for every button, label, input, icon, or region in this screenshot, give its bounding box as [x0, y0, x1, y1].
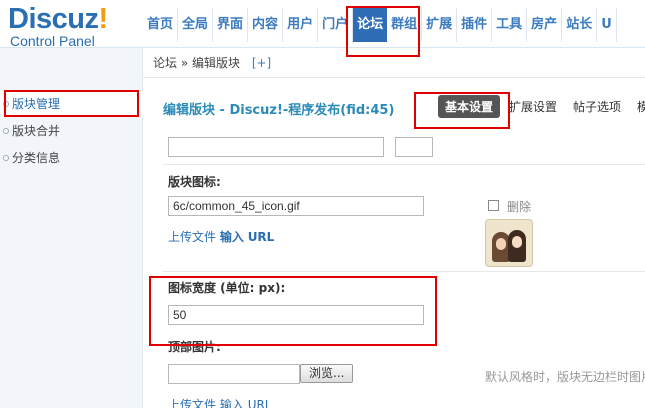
sidebar-item-forum-merge[interactable]: 版块合并 [0, 118, 143, 144]
breadcrumb-text: 论坛 » 编辑版块 [153, 56, 240, 70]
tab-extended-settings[interactable]: 扩展设置 [502, 95, 564, 118]
nav-interface[interactable]: 界面 [213, 8, 249, 42]
icon-width-label: 图标宽度 (单位: px): [168, 281, 286, 295]
nav-group[interactable]: 群组 [387, 8, 423, 42]
sidebar-item-label: 版块管理 [12, 97, 61, 111]
url-link[interactable]: URL [248, 230, 275, 244]
browse-button[interactable]: 浏览... [300, 364, 354, 383]
forum-icon-label: 版块图标: [168, 175, 221, 189]
nav-extend[interactable]: 扩展 [422, 8, 458, 42]
nav-tools[interactable]: 工具 [492, 8, 528, 42]
top-image-upload-links: 上传文件 输入 URL [168, 396, 272, 408]
nav-portal[interactable]: 门户 [318, 8, 354, 42]
icon-width-input[interactable] [168, 305, 424, 325]
nav-content[interactable]: 内容 [248, 8, 284, 42]
nav-forum[interactable]: 论坛 [353, 8, 388, 42]
nav-ucenter[interactable]: U [597, 8, 617, 42]
nav-webmaster[interactable]: 站长 [562, 8, 598, 42]
delete-checkbox[interactable] [488, 200, 499, 211]
small-button[interactable] [395, 137, 433, 157]
delete-label: 删除 [507, 200, 532, 214]
sidebar-item-forum-manage[interactable]: 版块管理 [0, 91, 143, 117]
top-navigation: 首页 全局 界面 内容 用户 门户 论坛 群组 扩展 插件 工具 房产 站长 U [143, 8, 617, 42]
sidebar-item-label: 分类信息 [12, 151, 61, 165]
logo-bang: ! [98, 3, 108, 35]
forum-icon-input[interactable] [168, 196, 424, 216]
bullet-icon [3, 155, 9, 161]
nav-plugin[interactable]: 插件 [457, 8, 493, 42]
tab-basic-settings[interactable]: 基本设置 [438, 95, 501, 118]
upload-file-link[interactable]: 上传文件 [168, 230, 216, 244]
main-content: 编辑版块 - Discuz!-程序发布(fid:45) 基本设置 扩展设置 帖子… [143, 79, 645, 408]
text-input[interactable] [168, 137, 384, 157]
upload-file-link[interactable]: 上传文件 [168, 398, 216, 408]
bullet-icon [3, 101, 9, 107]
input-link[interactable]: 输入 [220, 398, 244, 408]
sidebar: 版块管理 版块合并 分类信息 [0, 48, 143, 408]
top-image-hint: 默认风格时，版块无边栏时图片 [485, 370, 645, 384]
bullet-icon [3, 128, 9, 134]
discuz-logo[interactable]: Discuz! Control Panel [8, 4, 138, 48]
top-image-label: 顶部图片: [168, 340, 221, 354]
nav-user[interactable]: 用户 [283, 8, 319, 42]
nav-home[interactable]: 首页 [143, 8, 179, 42]
tab-post-options[interactable]: 帖子选项 [566, 95, 628, 118]
sidebar-item-category-info[interactable]: 分类信息 [0, 145, 143, 171]
page-title: 编辑版块 - Discuz!-程序发布(fid:45) [163, 103, 395, 118]
forum-icon-preview [485, 219, 533, 267]
tab-template[interactable]: 模 [630, 95, 645, 118]
nav-global[interactable]: 全局 [178, 8, 214, 42]
sidebar-item-label: 版块合并 [12, 124, 61, 138]
logo-text: Discuz [8, 3, 99, 35]
header: Discuz! Control Panel 首页 全局 界面 内容 用户 门户 … [0, 0, 645, 48]
file-path-input[interactable] [168, 364, 300, 384]
nav-house[interactable]: 房产 [527, 8, 563, 42]
url-link[interactable]: URL [248, 398, 272, 408]
logo-subtitle: Control Panel [10, 33, 95, 49]
breadcrumb: 论坛 » 编辑版块 [+] [143, 48, 645, 78]
icon-upload-links: 上传文件 输入 URL [168, 228, 274, 245]
divider [163, 164, 645, 165]
divider [163, 271, 645, 272]
breadcrumb-add-button[interactable]: [+] [252, 56, 271, 70]
settings-tabs: 基本设置 扩展设置 帖子选项 模 [438, 95, 645, 118]
input-link[interactable]: 输入 [220, 230, 244, 244]
